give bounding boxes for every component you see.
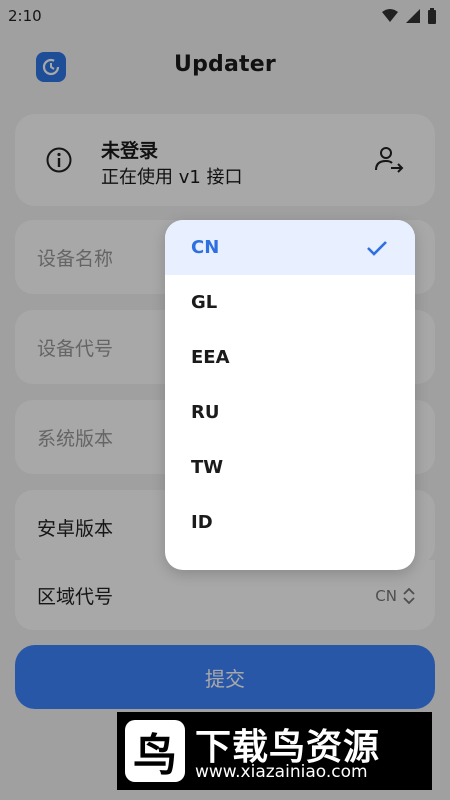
watermark-logo: 鸟 (125, 720, 185, 782)
dropdown-option-eea[interactable]: EEA (165, 330, 415, 385)
dropdown-option-label: CN (191, 237, 220, 258)
dropdown-option-label: TW (191, 457, 224, 478)
dropdown-option-gl[interactable]: GL (165, 275, 415, 330)
watermark-banner: 鸟 下载鸟资源 www.xiazainiao.com (117, 712, 432, 790)
dropdown-option-ru[interactable]: RU (165, 385, 415, 440)
check-icon (367, 240, 387, 256)
region-dropdown: CN GL EEA RU TW ID (165, 220, 415, 570)
dropdown-option-tw[interactable]: TW (165, 440, 415, 495)
dropdown-option-label: GL (191, 292, 218, 313)
dropdown-option-label: EEA (191, 347, 230, 368)
dropdown-option-label: ID (191, 512, 213, 533)
dropdown-option-label: RU (191, 402, 220, 423)
dropdown-option-id[interactable]: ID (165, 495, 415, 550)
watermark-url: www.xiazainiao.com (195, 762, 368, 782)
dropdown-option-cn[interactable]: CN (165, 220, 415, 275)
